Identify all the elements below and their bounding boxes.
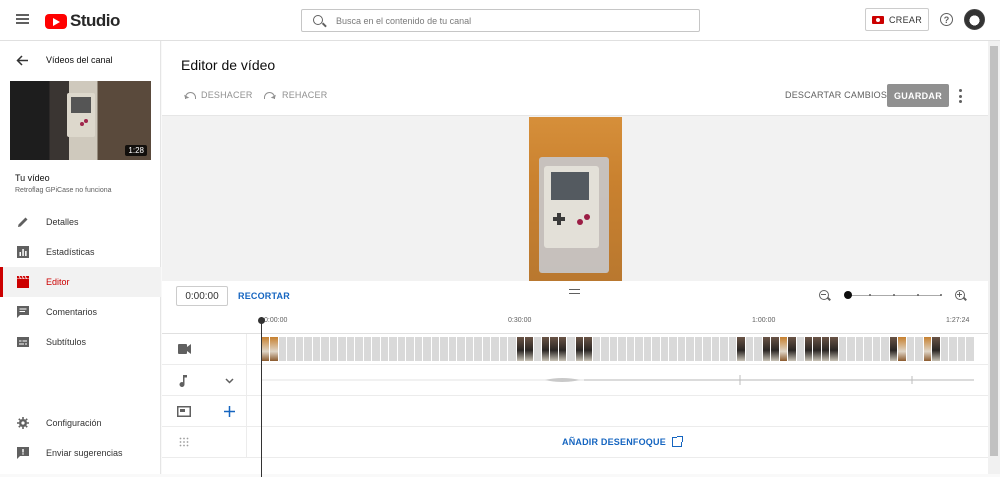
- ruler-tick: 1:00:00: [752, 317, 776, 324]
- redo-label: REHACER: [282, 90, 328, 100]
- create-button[interactable]: CREAR: [865, 8, 929, 31]
- redo-icon: [264, 91, 276, 99]
- ruler-tick: 0:30:00: [508, 317, 532, 324]
- thumbnail-image: [67, 93, 95, 137]
- end-screen-icon: [177, 406, 191, 417]
- blur-icon: [179, 437, 189, 447]
- save-button[interactable]: GUARDAR: [887, 84, 949, 107]
- back-label: Vídeos del canal: [46, 55, 113, 65]
- undo-icon: [183, 91, 196, 99]
- video-camera-icon: [178, 344, 191, 354]
- timeline-ruler: 0:00:00 0:30:00 1:00:00 1:27:24: [162, 317, 988, 333]
- sidebar-item-analytics[interactable]: Estadísticas: [0, 237, 161, 267]
- page-title: Editor de vídeo: [181, 57, 276, 73]
- search-icon[interactable]: [313, 15, 323, 25]
- scrollbar-thumb[interactable]: [990, 46, 998, 456]
- comment-icon: [17, 306, 29, 318]
- sidebar-item-label: Configuración: [46, 418, 102, 428]
- video-camera-icon: [871, 15, 884, 24]
- video-preview[interactable]: [529, 117, 622, 281]
- sidebar-item-details[interactable]: Detalles: [0, 207, 161, 237]
- video-title: Retroflag GPiCase no funciona: [15, 187, 112, 194]
- ruler-tick: 1:27:24: [946, 317, 970, 324]
- sidebar-item-label: Editor: [46, 277, 70, 287]
- editor-panel: Editor de vídeo DESHACER REHACER DESCART…: [162, 41, 988, 477]
- sidebar-item-subtitles[interactable]: Subtítulos: [0, 327, 161, 357]
- redo-button[interactable]: REHACER: [264, 90, 327, 100]
- video-preview-area: [162, 115, 988, 281]
- sidebar-item-label: Enviar sugerencias: [46, 448, 123, 458]
- pencil-icon: [18, 217, 28, 227]
- ruler-tick: 0:00:00: [264, 317, 288, 324]
- feedback-icon: [17, 447, 29, 459]
- sidebar-item-editor[interactable]: Editor: [0, 267, 161, 297]
- endscreen-track: [162, 396, 988, 427]
- external-link-icon: [671, 436, 683, 447]
- undo-button[interactable]: DESHACER: [183, 90, 253, 100]
- bar-chart-icon: [17, 246, 29, 258]
- resize-handle-icon[interactable]: [569, 289, 580, 294]
- sidebar-item-comments[interactable]: Comentarios: [0, 297, 161, 327]
- create-label: CREAR: [888, 14, 922, 25]
- sidebar-item-feedback[interactable]: Enviar sugerencias: [0, 438, 161, 468]
- top-bar: Studio CREAR ?: [0, 0, 1000, 41]
- clapperboard-icon: [17, 276, 29, 288]
- zoom-in-icon[interactable]: [955, 290, 967, 301]
- arrow-left-icon: [16, 55, 28, 66]
- back-to-videos[interactable]: Vídeos del canal: [0, 51, 161, 71]
- search-box[interactable]: [301, 9, 700, 32]
- add-blur-label: AÑADIR DESENFOQUE: [562, 437, 666, 447]
- studio-logo[interactable]: Studio: [45, 11, 120, 31]
- video-track: [162, 334, 988, 365]
- help-icon[interactable]: ?: [940, 13, 953, 26]
- timeline-tracks: AÑADIR DESENFOQUE: [162, 333, 988, 458]
- gear-icon: [17, 417, 29, 429]
- duration-badge: 1:28: [125, 145, 147, 156]
- sidebar-item-label: Detalles: [46, 217, 79, 227]
- add-icon[interactable]: [224, 406, 235, 417]
- zoom-out-icon[interactable]: [819, 290, 831, 301]
- trim-button[interactable]: RECORTAR: [238, 291, 290, 301]
- sidebar-item-settings[interactable]: Configuración: [0, 408, 161, 438]
- video-frames[interactable]: [262, 337, 974, 361]
- current-time-field[interactable]: 0:00:00: [176, 286, 228, 306]
- zoom-slider[interactable]: [844, 291, 942, 299]
- undo-label: DESHACER: [201, 90, 253, 100]
- video-thumbnail[interactable]: 1:28: [10, 81, 151, 160]
- sidebar-item-label: Estadísticas: [46, 247, 95, 257]
- avatar[interactable]: [964, 9, 985, 30]
- sidebar-item-label: Subtítulos: [46, 337, 87, 347]
- zoom-slider-knob[interactable]: [844, 291, 852, 299]
- more-options-icon[interactable]: [959, 89, 963, 103]
- sidebar-item-label: Comentarios: [46, 307, 98, 317]
- add-blur-button[interactable]: AÑADIR DESENFOQUE: [562, 436, 683, 447]
- playhead[interactable]: [258, 317, 265, 477]
- search-input[interactable]: [336, 13, 686, 29]
- blur-track: AÑADIR DESENFOQUE: [162, 427, 988, 458]
- chevron-down-icon[interactable]: [225, 378, 234, 384]
- audio-waveform[interactable]: [262, 373, 974, 387]
- sidebar: Vídeos del canal 1:28 Tu vídeo Retroflag…: [0, 41, 161, 474]
- youtube-play-icon: [45, 13, 67, 29]
- discard-changes-button[interactable]: DESCARTAR CAMBIOS: [785, 90, 887, 100]
- music-note-icon: [179, 375, 187, 387]
- scrollbar[interactable]: [988, 41, 1000, 474]
- audio-track: [162, 365, 988, 396]
- subtitles-icon: [17, 337, 29, 347]
- menu-icon[interactable]: [16, 14, 29, 24]
- your-video-label: Tu vídeo: [15, 173, 50, 183]
- logo-text: Studio: [70, 11, 120, 30]
